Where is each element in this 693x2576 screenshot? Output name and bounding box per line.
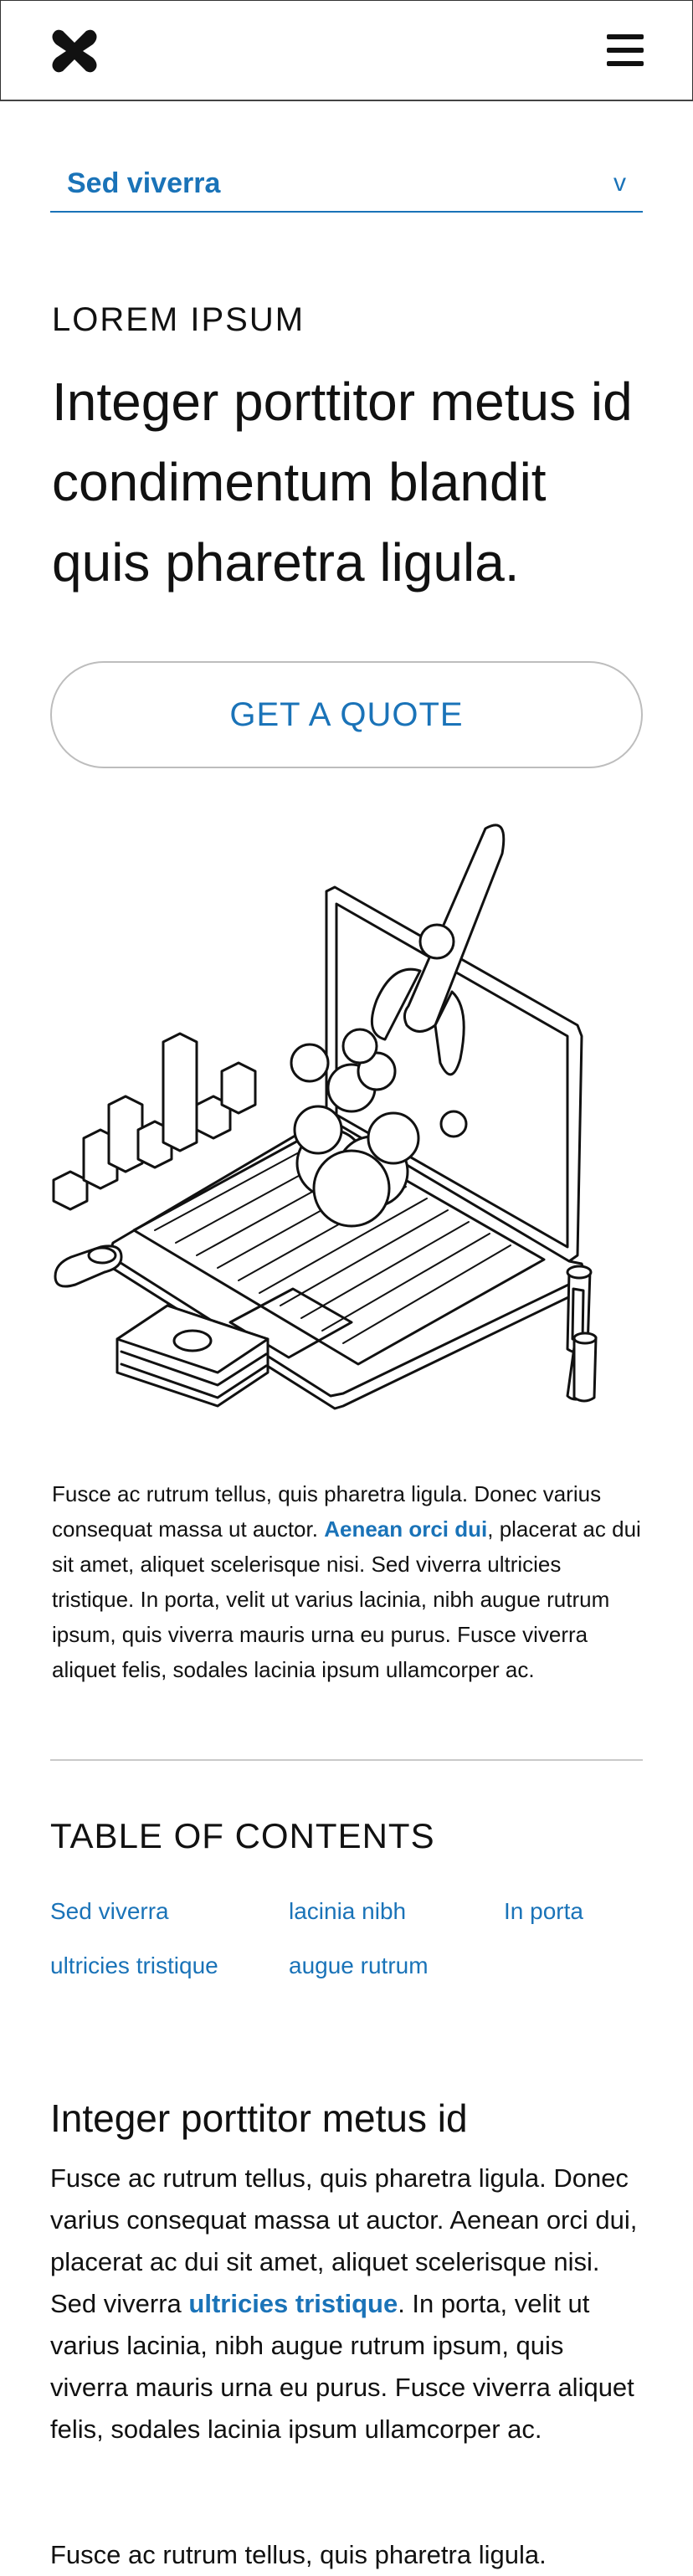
chevron-down-icon: v [613, 169, 626, 197]
toc-link-ultricies-tristique[interactable]: ultricies tristique [50, 1953, 218, 1979]
section-divider [50, 1759, 643, 1761]
toc-link-lacinia-nibh[interactable]: lacinia nibh [289, 1898, 406, 1925]
page-headline: Integer porttitor metus id condimentum b… [52, 372, 633, 593]
dropdown-selected-label: Sed viverra [67, 167, 221, 199]
toc-link-sed-viverra[interactable]: Sed viverra [50, 1898, 169, 1925]
section-dropdown[interactable]: Sed viverra v [50, 156, 643, 213]
section-paragraph-1: Fusce ac rutrum tellus, quis pharetra li… [50, 2158, 646, 2450]
laptop-rocket-illustration [52, 824, 598, 1410]
toc-title: TABLE OF CONTENTS [50, 1816, 435, 1855]
section-heading: Integer porttitor metus id [50, 2096, 468, 2140]
eyebrow-label: LOREM IPSUM [52, 301, 305, 338]
toc-link-augue-rutrum[interactable]: augue rutrum [289, 1953, 429, 1979]
site-header [0, 0, 693, 101]
intro-paragraph: Fusce ac rutrum tellus, quis pharetra li… [52, 1476, 648, 1687]
hamburger-menu-icon[interactable] [607, 34, 644, 66]
toc-link-in-porta[interactable]: In porta [504, 1898, 583, 1925]
para-inline-link[interactable]: ultricies tristique [188, 2289, 398, 2318]
get-a-quote-button[interactable]: GET A QUOTE [50, 661, 643, 768]
x-logo-icon[interactable] [49, 26, 100, 76]
section-paragraph-2: Fusce ac rutrum tellus, quis pharetra li… [50, 2540, 547, 2569]
intro-inline-link[interactable]: Aenean orci dui [324, 1516, 487, 1542]
